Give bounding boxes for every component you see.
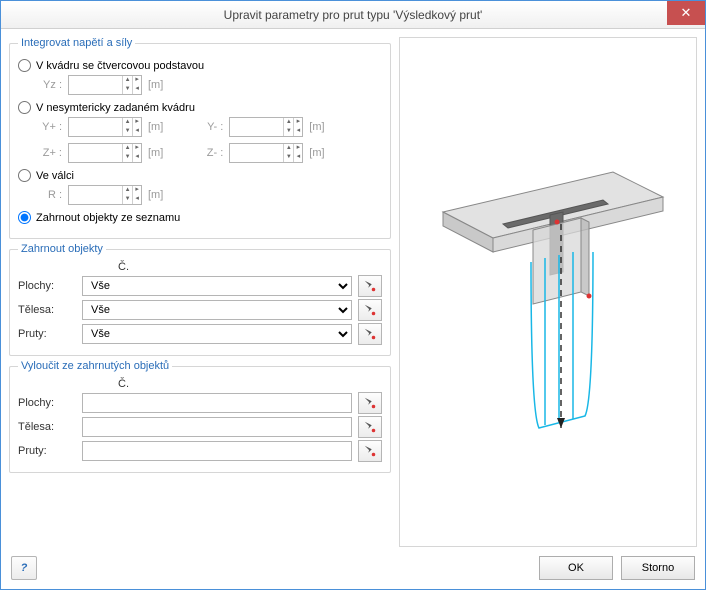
pick-solids-button[interactable] bbox=[358, 299, 382, 321]
picker-icon bbox=[363, 327, 377, 341]
unit-yz: [m] bbox=[148, 79, 163, 91]
window-title: Upravit parametry pro prut typu 'Výsledk… bbox=[224, 8, 483, 22]
exclude-surfaces-input[interactable] bbox=[82, 393, 352, 413]
radio-from-list-label: Zahrnout objekty ze seznamu bbox=[36, 212, 180, 224]
help-button[interactable]: ? bbox=[11, 556, 37, 580]
exclude-surfaces-label: Plochy: bbox=[18, 397, 76, 409]
unit-zminus: [m] bbox=[309, 147, 324, 159]
radio-cylinder-label: Ve válci bbox=[36, 170, 74, 182]
pick-exclude-surfaces-button[interactable] bbox=[358, 392, 382, 414]
group-integrate-legend: Integrovat napětí a síly bbox=[18, 37, 135, 49]
spin-up-icon[interactable]: ▲ bbox=[123, 76, 132, 85]
unit-yminus: [m] bbox=[309, 121, 324, 133]
input-r[interactable]: ▲▼▸◂ bbox=[68, 185, 142, 205]
group-exclude: Vyloučit ze zahrnutých objektů Č. Plochy… bbox=[9, 360, 391, 473]
step-left-icon[interactable]: ◂ bbox=[133, 85, 141, 94]
exclude-solids-label: Tělesa: bbox=[18, 421, 76, 433]
label-yplus: Y+ : bbox=[36, 121, 62, 133]
picker-icon bbox=[363, 420, 377, 434]
unit-yplus: [m] bbox=[148, 121, 163, 133]
radio-cylinder[interactable] bbox=[18, 169, 31, 182]
picker-icon bbox=[363, 444, 377, 458]
ok-button[interactable]: OK bbox=[539, 556, 613, 580]
include-members-label: Pruty: bbox=[18, 328, 76, 340]
close-icon: ✕ bbox=[681, 5, 692, 21]
label-yminus: Y- : bbox=[197, 121, 223, 133]
pick-surfaces-button[interactable] bbox=[358, 275, 382, 297]
label-zminus: Z- : bbox=[197, 147, 223, 159]
include-solids-label: Tělesa: bbox=[18, 304, 76, 316]
cancel-button[interactable]: Storno bbox=[621, 556, 695, 580]
close-button[interactable]: ✕ bbox=[667, 1, 705, 25]
group-include-legend: Zahrnout objekty bbox=[18, 243, 106, 255]
unit-r: [m] bbox=[148, 189, 163, 201]
include-surfaces-select[interactable]: Vše bbox=[82, 276, 352, 296]
exclude-col-header: Č. bbox=[118, 378, 382, 390]
include-solids-select[interactable]: Vše bbox=[82, 300, 352, 320]
group-integrate: Integrovat napětí a síly V kvádru se čtv… bbox=[9, 37, 391, 239]
radio-asym-cuboid-label: V nesymtericky zadaném kvádru bbox=[36, 102, 195, 114]
label-yz: Yz : bbox=[36, 79, 62, 91]
exclude-solids-input[interactable] bbox=[82, 417, 352, 437]
include-surfaces-label: Plochy: bbox=[18, 280, 76, 292]
preview-3d-icon bbox=[413, 112, 683, 472]
step-right-icon[interactable]: ▸ bbox=[133, 76, 141, 85]
pick-exclude-members-button[interactable] bbox=[358, 440, 382, 462]
unit-zplus: [m] bbox=[148, 147, 163, 159]
help-icon: ? bbox=[21, 562, 28, 574]
radio-square-cuboid[interactable] bbox=[18, 59, 31, 72]
pick-exclude-solids-button[interactable] bbox=[358, 416, 382, 438]
radio-asym-cuboid[interactable] bbox=[18, 101, 31, 114]
label-zplus: Z+ : bbox=[36, 147, 62, 159]
radio-square-cuboid-label: V kvádru se čtvercovou podstavou bbox=[36, 60, 204, 72]
exclude-members-input[interactable] bbox=[82, 441, 352, 461]
include-members-select[interactable]: Vše bbox=[82, 324, 352, 344]
picker-icon bbox=[363, 279, 377, 293]
label-r: R : bbox=[36, 189, 62, 201]
input-yminus[interactable]: ▲▼▸◂ bbox=[229, 117, 303, 137]
preview-pane[interactable] bbox=[399, 37, 697, 547]
pick-members-button[interactable] bbox=[358, 323, 382, 345]
exclude-members-label: Pruty: bbox=[18, 445, 76, 457]
radio-from-list[interactable] bbox=[18, 211, 31, 224]
group-exclude-legend: Vyloučit ze zahrnutých objektů bbox=[18, 360, 172, 372]
input-zplus[interactable]: ▲▼▸◂ bbox=[68, 143, 142, 163]
include-col-header: Č. bbox=[118, 261, 382, 273]
picker-icon bbox=[363, 303, 377, 317]
title-bar: Upravit parametry pro prut typu 'Výsledk… bbox=[1, 1, 705, 29]
input-yz[interactable]: ▲▼ ▸◂ bbox=[68, 75, 142, 95]
picker-icon bbox=[363, 396, 377, 410]
spin-down-icon[interactable]: ▼ bbox=[123, 85, 132, 94]
group-include: Zahrnout objekty Č. Plochy: Vše Tělesa: … bbox=[9, 243, 391, 356]
dialog-footer: ? OK Storno bbox=[1, 547, 705, 589]
input-yplus[interactable]: ▲▼▸◂ bbox=[68, 117, 142, 137]
input-zminus[interactable]: ▲▼▸◂ bbox=[229, 143, 303, 163]
